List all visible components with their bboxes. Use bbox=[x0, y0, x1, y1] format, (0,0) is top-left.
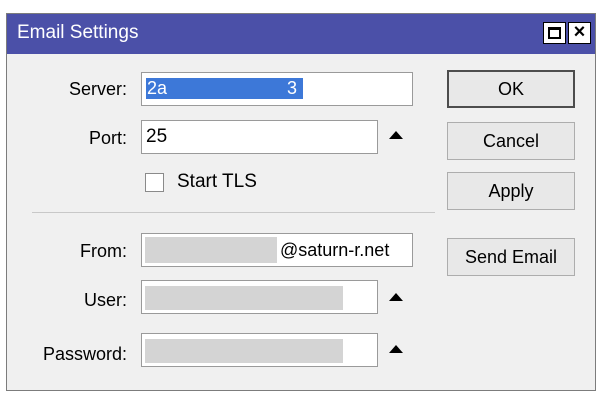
start-tls-checkbox[interactable] bbox=[145, 173, 164, 192]
email-settings-window: Email Settings × Server: 2a 3 Port: 25 S… bbox=[6, 13, 596, 391]
window-title: Email Settings bbox=[17, 22, 139, 43]
maximize-icon[interactable] bbox=[543, 22, 566, 44]
port-label: Port: bbox=[88, 128, 127, 148]
user-redacted bbox=[145, 286, 343, 310]
from-input[interactable]: @saturn-r.net bbox=[141, 233, 413, 267]
send-email-button[interactable]: Send Email bbox=[447, 238, 575, 276]
title-bar[interactable]: Email Settings × bbox=[7, 14, 595, 54]
cancel-button[interactable]: Cancel bbox=[447, 122, 575, 160]
user-input[interactable] bbox=[141, 280, 378, 314]
server-input[interactable]: 2a 3 bbox=[141, 72, 413, 106]
port-input[interactable]: 25 bbox=[141, 120, 378, 154]
password-label: Password: bbox=[42, 344, 127, 364]
apply-button[interactable]: Apply bbox=[447, 172, 575, 210]
server-selected-text: 2a 3 bbox=[146, 78, 303, 99]
user-spinner-up-icon[interactable] bbox=[389, 293, 403, 301]
close-icon[interactable]: × bbox=[568, 22, 591, 44]
from-redacted bbox=[145, 237, 277, 263]
password-spinner-up-icon[interactable] bbox=[389, 345, 403, 353]
from-domain: @saturn-r.net bbox=[280, 240, 390, 260]
divider bbox=[32, 212, 435, 213]
password-input[interactable] bbox=[141, 333, 378, 367]
password-redacted bbox=[145, 339, 343, 363]
port-spinner-up-icon[interactable] bbox=[389, 131, 403, 139]
server-label: Server: bbox=[68, 79, 127, 99]
ok-button[interactable]: OK bbox=[447, 70, 575, 108]
user-label: User: bbox=[83, 290, 127, 310]
start-tls-label: Start TLS bbox=[177, 171, 257, 192]
port-value: 25 bbox=[146, 126, 168, 147]
from-label: From: bbox=[80, 241, 127, 261]
